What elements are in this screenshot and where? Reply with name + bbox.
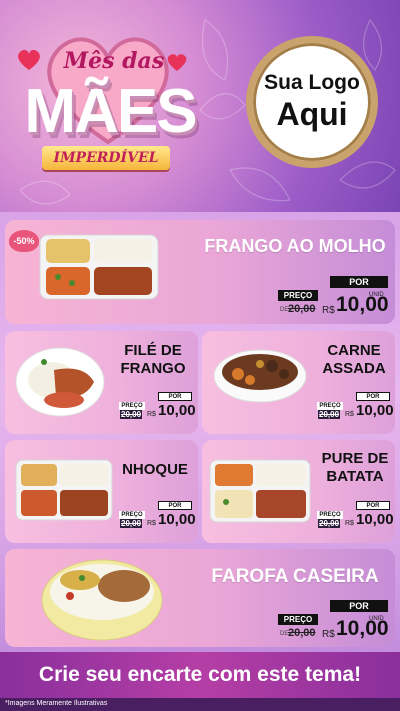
logo-placeholder: Sua Logo Aqui — [246, 36, 378, 168]
title-mes-das: Mês das — [63, 48, 165, 74]
preco-label: PREÇO — [119, 402, 145, 410]
preco-label: PREÇO — [317, 511, 343, 519]
food-image-frango-ao-molho — [38, 233, 160, 301]
product-name: FILÉ DE FRANGO — [112, 342, 194, 378]
old-price: 20,00 — [120, 519, 143, 528]
product-name-line1: PURE DE — [321, 450, 389, 467]
product-name: FAROFA CASEIRA — [211, 566, 379, 587]
price-tag: POR PREÇO 20,00 R$ 10,00 — [316, 501, 394, 534]
currency-label: R$ — [322, 305, 335, 316]
product-name: FRANGO AO MOLHO — [204, 236, 386, 256]
new-price: 10,00 — [356, 511, 394, 528]
por-label: POR — [356, 501, 390, 510]
currency-label: R$ — [322, 629, 335, 640]
discount-badge: -50% — [9, 230, 39, 252]
food-image-carne-assada — [212, 342, 308, 404]
product-name-line2: BATATA — [326, 468, 384, 485]
product-name-line2: FRANGO — [120, 360, 186, 377]
currency-label: R$ — [147, 520, 156, 527]
por-label: POR — [158, 392, 192, 401]
flyer-page: Mês das MÃES IMPERDÍVEL Sua Logo Aqui -5… — [0, 0, 400, 711]
old-price: 20,00 — [288, 303, 316, 315]
currency-label: R$ — [345, 520, 354, 527]
preco-label: PREÇO — [119, 511, 145, 519]
old-price: 20,00 — [288, 627, 316, 639]
logo-text-line2: Aqui — [276, 96, 348, 132]
preco-label: PREÇO — [278, 614, 318, 625]
por-label: POR — [158, 501, 192, 510]
product-name: PURE DE BATATA — [318, 450, 392, 486]
title-imperdivel: IMPERDÍVEL — [42, 146, 170, 170]
footnote: *Imagens Meramente Ilustrativas — [5, 700, 108, 707]
cta-banner[interactable]: Crie seu encarte com este tema! — [0, 652, 400, 698]
price-tag: POR PREÇO DE 20,00 R$ 10,00 UNID — [278, 600, 392, 644]
food-image-farofa-caseira — [40, 556, 164, 642]
currency-label: R$ — [147, 411, 156, 418]
por-label: POR — [356, 392, 390, 401]
logo-text-line1: Sua Logo — [264, 71, 360, 94]
food-image-file-de-frango — [14, 340, 106, 418]
title-maes: MÃES — [24, 77, 197, 146]
price-tag: POR PREÇO DE 20,00 R$ 10,00 UNID — [278, 276, 392, 320]
old-price: 20,00 — [120, 410, 143, 419]
unit-label: UNID — [369, 616, 384, 622]
food-image-nhoque — [14, 458, 114, 522]
header-banner: Mês das MÃES IMPERDÍVEL Sua Logo Aqui — [0, 0, 400, 212]
price-tag: POR PREÇO 20,00 R$ 10,00 — [118, 392, 196, 425]
new-price: 10,00 — [158, 511, 196, 528]
product-name-line1: CARNE — [327, 342, 381, 359]
price-tag: POR PREÇO 20,00 R$ 10,00 — [118, 501, 196, 534]
old-price: 20,00 — [318, 410, 341, 419]
product-name-line1: FILÉ DE — [124, 342, 182, 359]
old-price: 20,00 — [318, 519, 341, 528]
product-name: CARNE ASSADA — [316, 342, 392, 378]
por-label: POR — [330, 600, 388, 612]
cta-text[interactable]: Crie seu encarte com este tema! — [0, 652, 400, 698]
new-price: 10,00 — [356, 402, 394, 419]
currency-label: R$ — [345, 411, 354, 418]
food-image-pure-de-batata — [208, 458, 312, 524]
unit-label: UNID — [369, 292, 384, 298]
product-name: NHOQUE — [122, 461, 188, 478]
preco-label: PREÇO — [278, 290, 318, 301]
new-price: 10,00 — [158, 402, 196, 419]
por-label: POR — [330, 276, 388, 288]
small-heart-icon — [18, 49, 40, 70]
product-name-line2: ASSADA — [322, 360, 386, 377]
preco-label: PREÇO — [317, 402, 343, 410]
price-tag: POR PREÇO 20,00 R$ 10,00 — [316, 392, 394, 425]
